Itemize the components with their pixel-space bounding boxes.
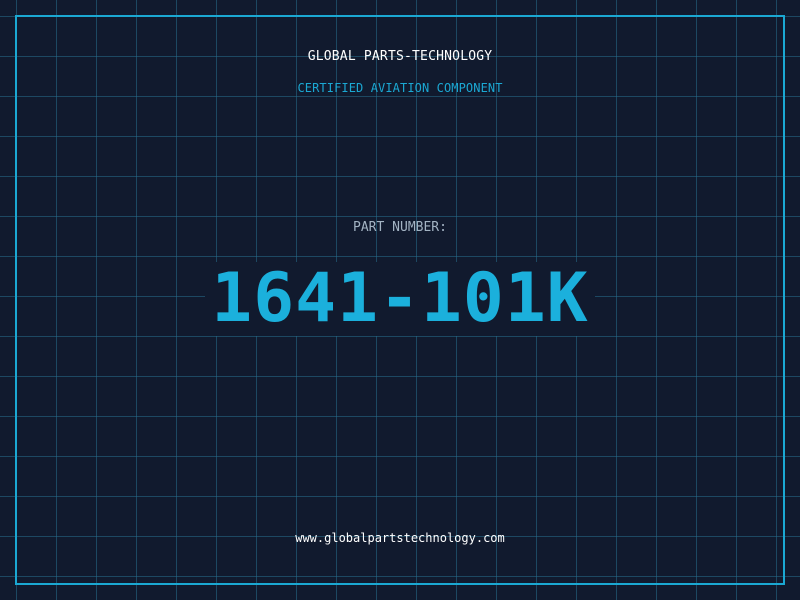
website-url: www.globalpartstechnology.com (295, 531, 505, 545)
blueprint-card: GLOBAL PARTS-TECHNOLOGY CERTIFIED AVIATI… (0, 0, 800, 600)
part-number-label: PART NUMBER: (353, 220, 447, 235)
part-number-container: 1641-101K (0, 262, 800, 336)
part-number-value: 1641-101K (205, 262, 595, 336)
company-name: GLOBAL PARTS-TECHNOLOGY (307, 49, 493, 64)
tagline: CERTIFIED AVIATION COMPONENT (297, 81, 503, 95)
